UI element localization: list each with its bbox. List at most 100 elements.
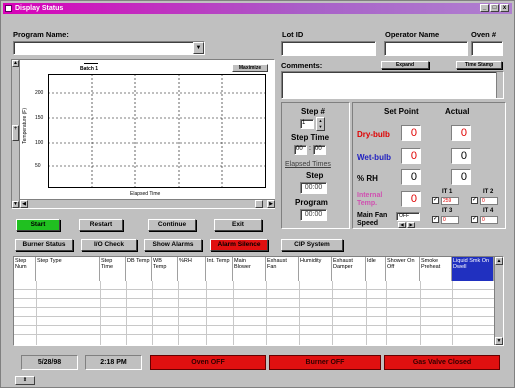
chart-legend: Batch 1 <box>80 66 99 72</box>
zoom-icon[interactable]: + <box>12 125 19 141</box>
close-button[interactable]: x <box>500 4 509 12</box>
oven-number-field[interactable] <box>471 41 503 56</box>
title-bar: Display Status _ □ x <box>3 3 512 14</box>
grid-header-smoke-preheat[interactable]: Smoke Preheat <box>420 257 452 281</box>
grid-header-exhaust-fan[interactable]: Exhaust Fan <box>266 257 299 281</box>
expand-button[interactable]: Expand <box>381 61 429 69</box>
internal-temp-label: Internal Temp. <box>357 192 383 207</box>
maximize-button[interactable]: □ <box>490 4 499 12</box>
chart-panel: ▲ + ▼ Batch 1 Maximize Temperature (F) 2… <box>11 59 275 209</box>
rh-label: % RH <box>357 174 378 183</box>
it3-label: IT 3 <box>442 208 453 214</box>
chart-horizontal-scrollbar[interactable]: ◀ ▶ <box>20 199 275 208</box>
scroll-thumb[interactable] <box>255 200 263 208</box>
step-number-field[interactable]: 1 <box>300 119 314 129</box>
comments-scrollbar[interactable] <box>496 72 503 98</box>
grid-scrollbar[interactable]: ▲ ▼ <box>494 257 503 345</box>
fan-speed-down-icon[interactable]: ◀ <box>398 222 406 228</box>
grid-header-main-blower[interactable]: Main Blower <box>233 257 266 281</box>
elapsed-program-label: Program <box>295 198 328 207</box>
lot-id-label: Lot ID <box>282 30 304 39</box>
step-number-label: Step # <box>301 107 326 116</box>
grid-header-wb-temp[interactable]: WB Temp <box>152 257 178 281</box>
dry-bulb-setpoint[interactable]: 0 <box>401 125 421 141</box>
grid-header-humidity[interactable]: Humidity <box>299 257 332 281</box>
program-name-select[interactable]: ▼ <box>13 41 205 55</box>
it2-checkbox[interactable]: ✓ <box>471 197 478 204</box>
lot-id-field[interactable] <box>281 41 376 56</box>
display-status-window: Display Status _ □ x Program Name: ▼ Lot… <box>0 0 515 388</box>
it3-value: 0 <box>441 216 459 224</box>
grid-header-step-time[interactable]: Step Time <box>100 257 126 281</box>
show-alarms-button[interactable]: Show Alarms <box>144 239 202 251</box>
chart-plot-area <box>48 74 266 188</box>
it1-checkbox[interactable]: ✓ <box>432 197 439 204</box>
chart-vertical-scrollbar[interactable]: ▲ + ▼ <box>12 60 20 208</box>
it3-checkbox[interactable]: ✓ <box>432 216 439 223</box>
grid-header-liquid-smoke[interactable]: Liquid Smk On Dwell <box>452 257 494 281</box>
app-icon <box>5 5 12 12</box>
grid-header-step-type[interactable]: Step Type <box>36 257 100 281</box>
burner-status-button[interactable]: Burner Status <box>15 239 73 251</box>
restart-button[interactable]: Restart <box>79 219 123 231</box>
status-date: 5/28/98 <box>21 355 78 370</box>
legend-line <box>84 63 98 64</box>
maximize-chart-button[interactable]: Maximize <box>232 64 268 72</box>
cip-system-button[interactable]: CIP System <box>281 239 343 251</box>
start-button[interactable]: Start <box>16 219 60 231</box>
grid-header-db-temp[interactable]: DB Temp <box>126 257 152 281</box>
it2-label: IT 2 <box>483 189 494 195</box>
step-spinner[interactable]: ▲ ▼ <box>316 117 325 131</box>
grid-header-int-temp[interactable]: Int. Temp <box>206 257 233 281</box>
step-time-hours[interactable]: 00 <box>294 145 307 155</box>
main-fan-speed-field[interactable]: OFF <box>396 212 420 221</box>
scroll-left-icon[interactable]: ◀ <box>20 200 28 208</box>
alarm-silence-button[interactable]: Alarm Silence <box>210 239 268 251</box>
it1-label: IT 1 <box>442 189 453 195</box>
it4-label: IT 4 <box>483 208 494 214</box>
time-stamp-button[interactable]: Time Stamp <box>456 61 502 69</box>
step-time-minutes[interactable]: 00 <box>313 145 326 155</box>
comments-textarea[interactable] <box>281 71 504 99</box>
minimize-button[interactable]: _ <box>480 4 489 12</box>
wet-bulb-setpoint[interactable]: 0 <box>401 148 421 164</box>
fan-speed-up-icon[interactable]: ▶ <box>407 222 415 228</box>
gas-valve-status: Gas Valve Closed <box>384 355 500 370</box>
internal-temp-setpoint[interactable]: 0 <box>401 191 421 207</box>
it4-checkbox[interactable]: ✓ <box>471 216 478 223</box>
grid-scroll-up-icon[interactable]: ▲ <box>495 257 503 265</box>
grid-header-rh[interactable]: %RH <box>178 257 206 281</box>
time-colon: : <box>309 145 311 152</box>
actual-header: Actual <box>445 107 470 116</box>
grid-header-idle[interactable]: Idle <box>366 257 386 281</box>
elapsed-step-value: 00:00 <box>300 182 327 194</box>
grid-scroll-down-icon[interactable]: ▼ <box>495 337 503 345</box>
grid-header-exhaust-damper[interactable]: Exhaust Damper <box>332 257 366 281</box>
continue-button[interactable]: Continue <box>148 219 196 231</box>
exit-button[interactable]: Exit <box>214 219 262 231</box>
elapsed-step-label: Step <box>306 171 324 180</box>
scroll-up-icon[interactable]: ▲ <box>12 60 19 67</box>
grid-rows[interactable] <box>14 281 494 345</box>
oven-status: Oven OFF <box>150 355 266 370</box>
rh-setpoint[interactable]: 0 <box>401 169 421 185</box>
chevron-down-icon[interactable]: ▼ <box>193 42 204 54</box>
scroll-right-icon[interactable]: ▶ <box>267 200 275 208</box>
y-tick: 150 <box>35 115 44 121</box>
y-tick: 100 <box>35 140 44 146</box>
it2-value: 0 <box>480 197 498 205</box>
elapsed-program-value: 00:00 <box>300 209 327 221</box>
grid-header-step-num[interactable]: Step Num <box>14 257 36 281</box>
step-time-label: Step Time <box>291 133 330 142</box>
dry-bulb-label: Dry-bulb <box>357 130 390 139</box>
scroll-down-icon[interactable]: ▼ <box>12 201 19 208</box>
grid-header-shower[interactable]: Shower On Off <box>386 257 420 281</box>
setpoint-header: Set Point <box>384 107 419 116</box>
comments-label: Comments: <box>281 61 323 70</box>
main-fan-speed-label: Main Fan Speed <box>357 212 388 227</box>
wet-bulb-label: Wet-bulb <box>357 153 392 162</box>
io-check-button[interactable]: I/O Check <box>81 239 137 251</box>
operator-name-field[interactable] <box>384 41 468 56</box>
wet-bulb-actual: 0 <box>451 148 471 164</box>
resize-grip-icon[interactable]: ⇕ <box>15 376 35 385</box>
